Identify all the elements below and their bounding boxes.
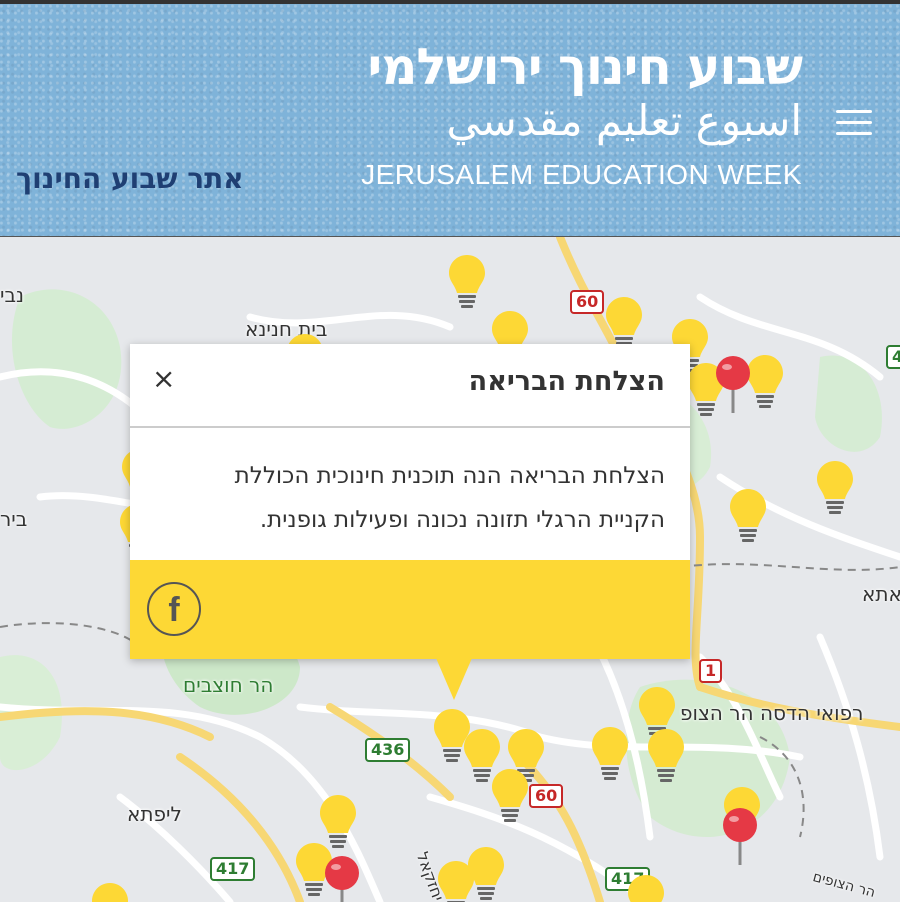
lightbulb-marker-icon[interactable] [815,459,855,519]
route-shield-60: 60 [570,290,605,314]
map-label-lifta: ליפתא [127,802,182,826]
lightbulb-marker-icon[interactable] [590,725,630,785]
route-shield-417: 417 [210,857,256,881]
map-label-bir: ביר [0,507,28,531]
route-shield-1: 1 [699,659,723,683]
popup-footer: f [130,560,690,659]
title-arabic: اسبوع تعليم مقدسي [446,96,802,145]
lightbulb-marker-icon[interactable] [490,767,530,827]
popup-header: הצלחת הבריאה × [130,344,690,428]
lightbulb-marker-icon[interactable] [447,253,487,313]
lightbulb-marker-icon[interactable] [646,727,686,787]
site-header: שבוע חינוך ירושלמי اسبوع تعليم مقدسي JER… [0,4,900,237]
lightbulb-marker-icon[interactable] [728,487,768,547]
popup-title: הצלחת הבריאה [468,366,665,397]
lightbulb-marker-icon[interactable] [626,873,666,902]
info-popup: הצלחת הבריאה × הצלחת הבריאה הנה תוכנית ח… [130,344,690,659]
route-shield-60b: 60 [529,784,564,808]
map-pin-icon[interactable] [720,807,760,867]
hamburger-menu-icon[interactable] [834,108,874,138]
map-label-nabi: נבי [0,283,25,307]
education-week-site-link[interactable]: אתר שבוע החינוך [16,162,244,195]
popup-pointer [436,658,472,700]
lightbulb-marker-icon[interactable] [90,881,130,902]
map-pin-icon[interactable] [713,355,753,415]
map-label-hadassah: רפואי הדסה הר הצופ [680,701,864,725]
route-shield-436: 436 [365,738,411,762]
popup-description: הצלחת הבריאה הנה תוכנית חינוכית הכוללת ה… [150,454,665,542]
facebook-share-icon[interactable]: f [147,582,201,636]
popup-description-line-2: הקניית הרגלי תזונה נכונה ופעילות גופנית. [259,507,665,533]
popup-description-line-1: הצלחת הבריאה הנה תוכנית חינוכית הכוללת [234,463,665,489]
map-pin-icon[interactable] [322,855,362,902]
lightbulb-marker-icon[interactable] [466,845,506,902]
map-label-ata: אתא [862,582,900,606]
close-icon[interactable]: × [152,362,175,395]
title-hebrew: שבוע חינוך ירושלמי [367,38,803,96]
title-english: JERUSALEM EDUCATION WEEK [361,159,802,190]
route-shield-4: 4 [886,345,900,369]
map-label-har-hotzvim: הר חוצבים [183,673,274,697]
